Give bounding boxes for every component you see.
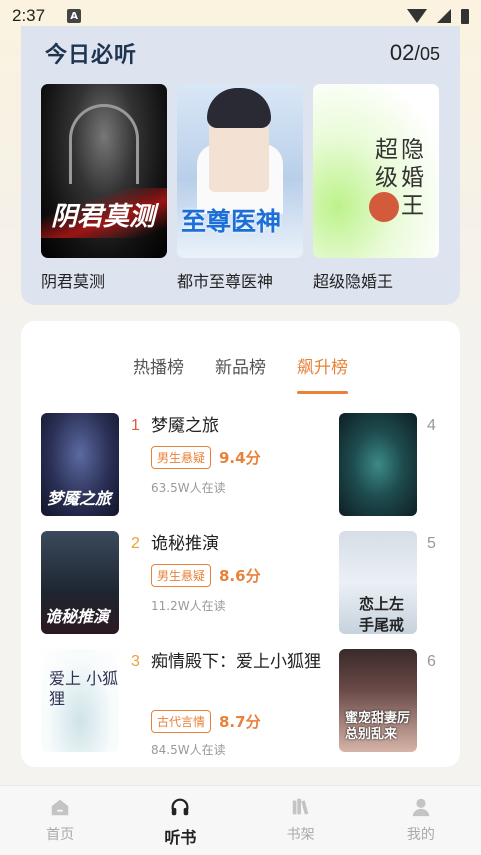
nav-label: 首页 bbox=[46, 827, 75, 843]
home-icon bbox=[51, 799, 69, 816]
list-item[interactable]: 蜜宠甜妻厉总别乱来 6 bbox=[339, 649, 449, 757]
list-item[interactable]: 梦魇之旅 1 梦魇之旅 男生悬疑 9.4分 63.5W人在读 bbox=[41, 413, 321, 521]
today-pager: 02/05 bbox=[390, 40, 440, 66]
bookshelf-icon bbox=[292, 798, 308, 815]
ranking-card: 热播榜 新品榜 飙升榜 梦魇之旅 1 梦魇之旅 男生悬疑 9.4分 63.5W人… bbox=[21, 321, 460, 767]
today-title: 今日必听 bbox=[45, 42, 138, 68]
tab-hot[interactable]: 热播榜 bbox=[133, 353, 184, 378]
book-title[interactable]: 梦魇之旅 bbox=[151, 413, 321, 439]
user-icon bbox=[412, 798, 430, 817]
status-time: 2:37 bbox=[12, 6, 46, 25]
pager-total: 05 bbox=[419, 44, 440, 64]
cover-title-art: 超级 bbox=[375, 137, 398, 191]
cover-seal bbox=[369, 192, 399, 222]
signal-icon bbox=[437, 9, 451, 23]
book-cover[interactable]: 爱上 小狐狸 bbox=[41, 649, 119, 752]
book-title[interactable]: 阴君莫测 bbox=[41, 268, 167, 292]
cover-art bbox=[207, 88, 271, 128]
nav-listen[interactable]: 听书 bbox=[120, 786, 240, 855]
genre-tag: 古代言情 bbox=[151, 710, 212, 733]
rank-number: 5 bbox=[427, 535, 436, 552]
list-item[interactable]: 恋上左手尾戒 5 bbox=[339, 531, 449, 639]
book-title[interactable]: 超级隐婚王 bbox=[313, 268, 439, 292]
genre-tag: 男生悬疑 bbox=[151, 446, 212, 469]
rank-number: 2 bbox=[131, 535, 140, 552]
today-book-list: 阴君莫测 阴君莫测 至尊医神 都市至尊医神 超级 隐婚王 超级隐婚王 bbox=[41, 84, 439, 292]
listener-count: 63.5W人在读 bbox=[151, 481, 226, 495]
notification-icon: A bbox=[67, 9, 82, 23]
nav-label: 听书 bbox=[164, 828, 197, 847]
headphones-icon bbox=[171, 798, 189, 816]
book-cover[interactable]: 恋上左手尾戒 bbox=[339, 531, 417, 634]
score: 8.7分 bbox=[219, 713, 261, 731]
book-cover[interactable]: 蜜宠甜妻厉总别乱来 bbox=[339, 649, 417, 752]
nav-bookshelf[interactable]: 书架 bbox=[241, 786, 361, 855]
list-item[interactable]: 爱上 小狐狸 3 痴情殿下：爱上小狐狸 古代言情 8.7分 84.5W人在读 bbox=[41, 649, 341, 767]
listener-count: 11.2W人在读 bbox=[151, 599, 226, 613]
book-cover[interactable]: 诡秘推演 bbox=[41, 531, 119, 634]
rank-number: 6 bbox=[427, 653, 436, 670]
today-book[interactable]: 至尊医神 都市至尊医神 bbox=[177, 84, 303, 292]
cover-title-art: 梦魇之旅 bbox=[47, 489, 112, 508]
cover-title-art: 阴君莫测 bbox=[51, 202, 156, 232]
rank-number: 1 bbox=[131, 417, 140, 434]
cover-title-art: 至尊医神 bbox=[181, 207, 282, 236]
book-title[interactable]: 都市至尊医神 bbox=[177, 268, 303, 292]
today-recommend-card: 今日必听 02/05 阴君莫测 阴君莫测 至尊医神 都市至尊医神 超级 隐婚王 … bbox=[21, 26, 460, 305]
list-item[interactable]: 4 bbox=[339, 413, 449, 521]
nav-profile[interactable]: 我的 bbox=[361, 786, 481, 855]
rank-number: 4 bbox=[427, 417, 436, 434]
bottom-nav: 首页 听书 书架 我的 bbox=[0, 785, 481, 855]
cover-title-art: 爱上 小狐狸 bbox=[49, 669, 119, 708]
score: 8.6分 bbox=[219, 567, 261, 585]
nav-label: 我的 bbox=[406, 827, 435, 843]
book-cover[interactable] bbox=[339, 413, 417, 516]
today-book[interactable]: 超级 隐婚王 超级隐婚王 bbox=[313, 84, 439, 292]
tab-rising[interactable]: 飙升榜 bbox=[297, 353, 348, 394]
cover-title-art: 蜜宠甜妻厉总别乱来 bbox=[345, 711, 411, 742]
nav-home[interactable]: 首页 bbox=[0, 786, 120, 855]
wifi-icon bbox=[407, 9, 427, 23]
pager-current: 02 bbox=[389, 40, 415, 65]
cover-title-art: 隐婚王 bbox=[401, 137, 424, 219]
book-cover[interactable]: 超级 隐婚王 bbox=[313, 84, 439, 258]
book-title[interactable]: 痴情殿下：爱上小狐狸 bbox=[151, 649, 321, 675]
book-cover[interactable]: 梦魇之旅 bbox=[41, 413, 119, 516]
list-item[interactable]: 诡秘推演 2 诡秘推演 男生悬疑 8.6分 11.2W人在读 bbox=[41, 531, 321, 639]
ranking-tabs: 热播榜 新品榜 飙升榜 bbox=[21, 353, 460, 394]
today-book[interactable]: 阴君莫测 阴君莫测 bbox=[41, 84, 167, 292]
rank-number: 3 bbox=[131, 653, 140, 670]
nav-label: 书架 bbox=[286, 827, 315, 843]
listener-count: 84.5W人在读 bbox=[151, 743, 226, 757]
status-icons bbox=[407, 8, 469, 24]
book-title[interactable]: 诡秘推演 bbox=[151, 531, 321, 557]
tab-new[interactable]: 新品榜 bbox=[215, 353, 266, 378]
battery-icon bbox=[461, 8, 469, 24]
book-cover[interactable]: 阴君莫测 bbox=[41, 84, 167, 258]
genre-tag: 男生悬疑 bbox=[151, 564, 212, 587]
score: 9.4分 bbox=[219, 449, 261, 467]
cover-title-art: 恋上左手尾戒 bbox=[359, 595, 405, 634]
cover-title-art: 诡秘推演 bbox=[45, 607, 110, 626]
cover-art bbox=[69, 104, 139, 184]
book-cover[interactable]: 至尊医神 bbox=[177, 84, 303, 258]
